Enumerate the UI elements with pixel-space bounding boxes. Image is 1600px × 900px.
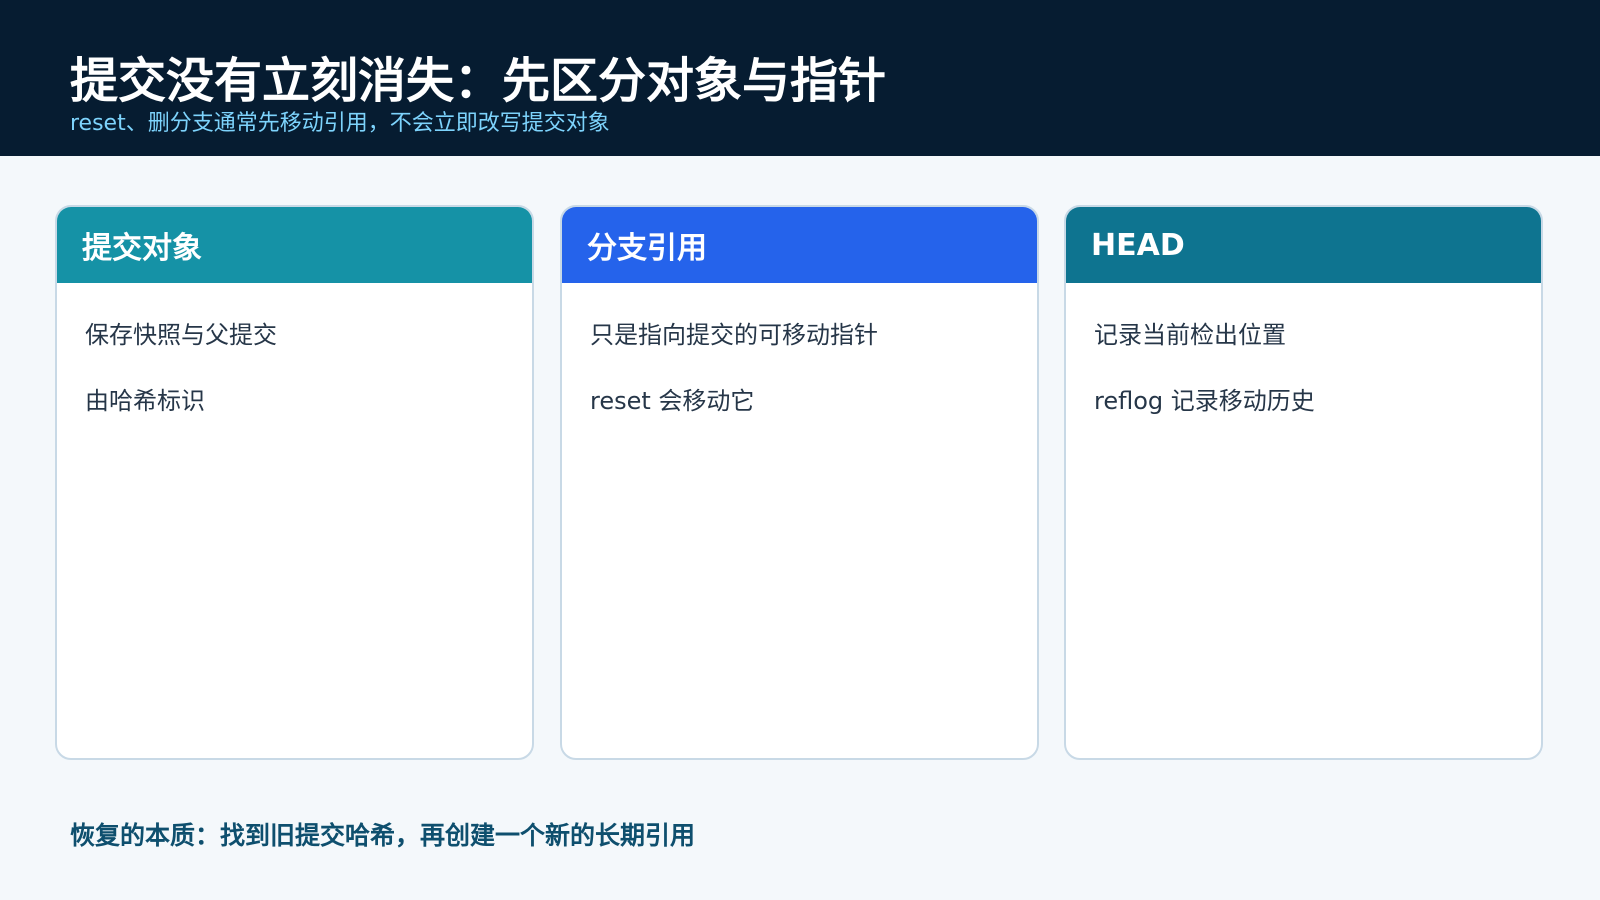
page-title: 提交没有立刻消失：先区分对象与指针 [70,53,887,109]
page-subtitle: reset、删分支通常先移动引用，不会立即改写提交对象 [70,111,610,136]
footer-note: 恢复的本质：找到旧提交哈希，再创建一个新的长期引用 [70,821,696,850]
card-body: 保存快照与父提交 由哈希标识 [57,283,532,416]
card-heading: 分支引用 [562,207,1037,283]
card-branch-ref: 分支引用 只是指向提交的可移动指针 reset 会移动它 [560,205,1039,760]
card-head-pointer: HEAD 记录当前检出位置 reflog 记录移动历史 [1064,205,1543,760]
card-body: 记录当前检出位置 reflog 记录移动历史 [1066,283,1541,416]
card-body: 只是指向提交的可移动指针 reset 会移动它 [562,283,1037,416]
card-commit-object: 提交对象 保存快照与父提交 由哈希标识 [55,205,534,760]
card-line: 只是指向提交的可移动指针 [590,321,878,349]
card-line: 由哈希标识 [85,387,205,415]
card-line: 记录当前检出位置 [1094,321,1286,349]
card-line: reset 会移动它 [590,387,755,415]
card-line: reflog 记录移动历史 [1094,387,1315,415]
card-line: 保存快照与父提交 [85,321,277,349]
card-heading: HEAD [1066,207,1541,283]
card-heading: 提交对象 [57,207,532,283]
header-banner: 提交没有立刻消失：先区分对象与指针 reset、删分支通常先移动引用，不会立即改… [0,0,1600,156]
